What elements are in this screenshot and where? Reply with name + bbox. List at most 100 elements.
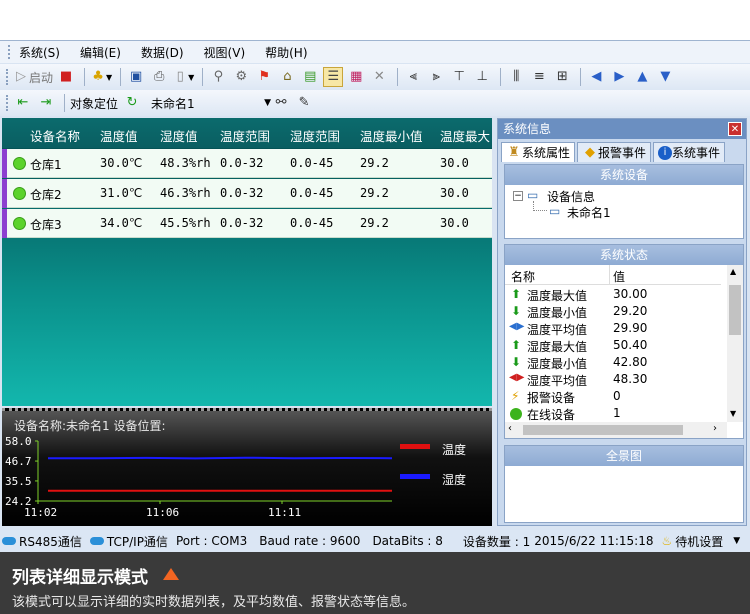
cell-temp-min: 29.2 [360, 216, 389, 230]
status-horizontal-scrollbar[interactable]: ‹ › [505, 422, 727, 438]
cell-temp-range: 0.0-32 [220, 156, 264, 170]
toolbar-separator [202, 68, 204, 86]
toolbar-separator [64, 94, 65, 112]
x-tick-label: 11:06 [146, 506, 179, 519]
caption-bar: 列表详细显示模式 该模式可以显示详细的实时数据列表，及平均数值、报警状态等信息。 [0, 552, 750, 614]
menu-grip-handle[interactable] [8, 45, 11, 59]
tab-alarm-events[interactable]: ◆ 报警事件 [577, 142, 652, 162]
col-humidity[interactable]: 湿度值 [160, 126, 198, 145]
menu-help[interactable]: 帮助(H) [265, 44, 307, 61]
list-view-button[interactable]: ☰ [323, 67, 344, 87]
align-right-button[interactable]: ⫸ [426, 67, 446, 87]
align-top-button[interactable]: ⊤ [449, 67, 469, 87]
distribute-horizontal-icon: ⫼ [513, 69, 520, 84]
system-status-section: 系统状态 名称 值 ⬆ 温度最大值 30.00 ⬇ 温度最小值 29.20 ◀▶ 温度平均… [504, 244, 744, 439]
tab-label: 系统属性 [522, 146, 571, 160]
skip-first-icon: ⇤ [17, 95, 29, 110]
col-device-name[interactable]: 设备名称 [30, 126, 80, 145]
save-button[interactable]: ▣ [126, 67, 146, 87]
stop-button[interactable]: ■ [56, 67, 76, 87]
scroll-down-icon[interactable]: ▼ [730, 409, 736, 418]
locate-label: 对象定位 [70, 96, 119, 111]
menu-system[interactable]: 系统(S) [19, 44, 60, 61]
online-status-icon [13, 217, 26, 230]
new-document-button[interactable]: ▯ ▼ [172, 67, 195, 87]
find-button[interactable]: ⚯ [271, 93, 291, 113]
menu-edit[interactable]: 编辑(E) [80, 44, 121, 61]
delete-button[interactable]: ✕ [369, 67, 389, 87]
main-toolbar: ▷ 启动 ■ ♣ ▼ ▣ ⎙ ▯ ▼ ⚲ ⚙ ⚑ ⌂ ▤ ☰ ▦ ✕ ⫷ ⫸ ⊤ ⊥… [0, 64, 750, 90]
properties-icon: ♜ [508, 144, 520, 160]
tab-label: 报警事件 [598, 146, 647, 160]
database-button[interactable]: ▤ [300, 67, 320, 87]
table-row[interactable]: 仓库3 34.0℃ 45.5%rh 0.0-32 0.0-45 29.2 30.… [2, 209, 492, 238]
menu-view[interactable]: 视图(V) [204, 44, 246, 61]
scroll-thumb[interactable] [523, 425, 683, 435]
alarm-flag-button[interactable]: ⚑ [254, 67, 274, 87]
toolbar-separator [84, 68, 86, 86]
toolbar-grip-handle[interactable] [6, 95, 9, 111]
start-button[interactable]: ▷ 启动 [13, 67, 53, 87]
alarm-bell-button[interactable]: ♣ ▼ [90, 67, 112, 87]
distribute-vertical-icon: ≡ [533, 69, 545, 84]
align-left-button[interactable]: ⫷ [403, 67, 423, 87]
scroll-up-icon[interactable]: ▲ [730, 267, 736, 276]
warning-icon: ◆ [585, 144, 596, 160]
move-left-button[interactable]: ◀ [586, 67, 606, 87]
cell-humi-range: 0.0-45 [290, 156, 334, 170]
lightbulb-icon: ♨ [661, 534, 673, 548]
status-name: 温度平均值 [527, 323, 588, 337]
row-marker [2, 179, 7, 208]
table-row[interactable]: 仓库2 31.0℃ 46.3%rh 0.0-32 0.0-45 29.2 30.… [2, 179, 492, 208]
move-right-button[interactable]: ▶ [609, 67, 629, 87]
refresh-button[interactable]: ↻ [122, 93, 142, 113]
menu-data[interactable]: 数据(D) [141, 44, 184, 61]
table-row[interactable]: 仓库1 30.0℃ 48.3%rh 0.0-32 0.0-45 29.2 30.… [2, 149, 492, 178]
cell-humi-range: 0.0-45 [290, 216, 334, 230]
toolbar-grip-handle[interactable] [6, 69, 9, 85]
tree-child[interactable]: 未命名1 [567, 204, 611, 221]
distribute-h-button[interactable]: ⫼ [506, 67, 526, 87]
tree-collapse-toggle[interactable]: − [513, 191, 523, 201]
status-row: ⬆ 湿度最大值 50.40 [505, 338, 721, 355]
standby-setting[interactable]: 待机设置 [675, 533, 723, 550]
chevron-down-icon[interactable]: ▼ [733, 536, 740, 546]
tree-root[interactable]: 设备信息 [547, 188, 595, 205]
tab-system-events[interactable]: i 系统事件 [653, 142, 726, 162]
distribute-v-button[interactable]: ≡ [529, 67, 549, 87]
cell-temp-max: 30.0 [440, 186, 469, 200]
status-vertical-scrollbar[interactable]: ▲ ▼ [727, 265, 743, 422]
triangle-up-icon [163, 568, 179, 580]
col-temp-range[interactable]: 温度范围 [220, 126, 270, 145]
col-temp-min[interactable]: 温度最小值 [360, 126, 423, 145]
col-humi-range[interactable]: 湿度范围 [290, 126, 340, 145]
status-bar: RS485通信 TCP/IP通信 Port : COM3 Baud rate :… [0, 530, 750, 552]
report-button[interactable]: ▦ [346, 67, 366, 87]
col-value[interactable]: 值 [613, 268, 625, 285]
align-bottom-button[interactable]: ⊥ [472, 67, 492, 87]
last-button[interactable]: ⇥ [36, 93, 56, 113]
scroll-thumb[interactable] [729, 285, 741, 335]
tab-system-properties[interactable]: ♜ 系统属性 [501, 142, 576, 162]
col-temperature[interactable]: 温度值 [100, 126, 138, 145]
col-temp-max[interactable]: 温度最大 [440, 126, 490, 145]
print-button[interactable]: ⎙ [149, 67, 169, 87]
settings-button[interactable]: ⚙ [231, 67, 251, 87]
scroll-left-icon[interactable]: ‹ [508, 423, 512, 434]
scroll-right-icon[interactable]: › [713, 423, 717, 434]
refresh-icon: ↻ [126, 95, 138, 110]
online-icon [510, 408, 522, 420]
zoom-button[interactable]: ⚲ [208, 67, 228, 87]
move-up-button[interactable]: ▲ [632, 67, 652, 87]
edit-button[interactable]: ✎ [294, 93, 314, 113]
object-combo[interactable]: 未命名1 ▼ [151, 93, 271, 113]
cell-temp-max: 30.0 [440, 216, 469, 230]
group-button[interactable]: ⊞ [552, 67, 572, 87]
col-name[interactable]: 名称 [511, 268, 535, 285]
device-button[interactable]: ⌂ [277, 67, 297, 87]
move-down-button[interactable]: ▼ [655, 67, 675, 87]
close-icon[interactable]: ✕ [728, 122, 742, 136]
first-button[interactable]: ⇤ [13, 93, 33, 113]
flag-icon: ⚑ [258, 69, 271, 84]
trend-chart-panel: 设备名称:未命名1 设备位置: 58.0 46.7 35.5 24.2 11:02 11:… [2, 408, 492, 526]
